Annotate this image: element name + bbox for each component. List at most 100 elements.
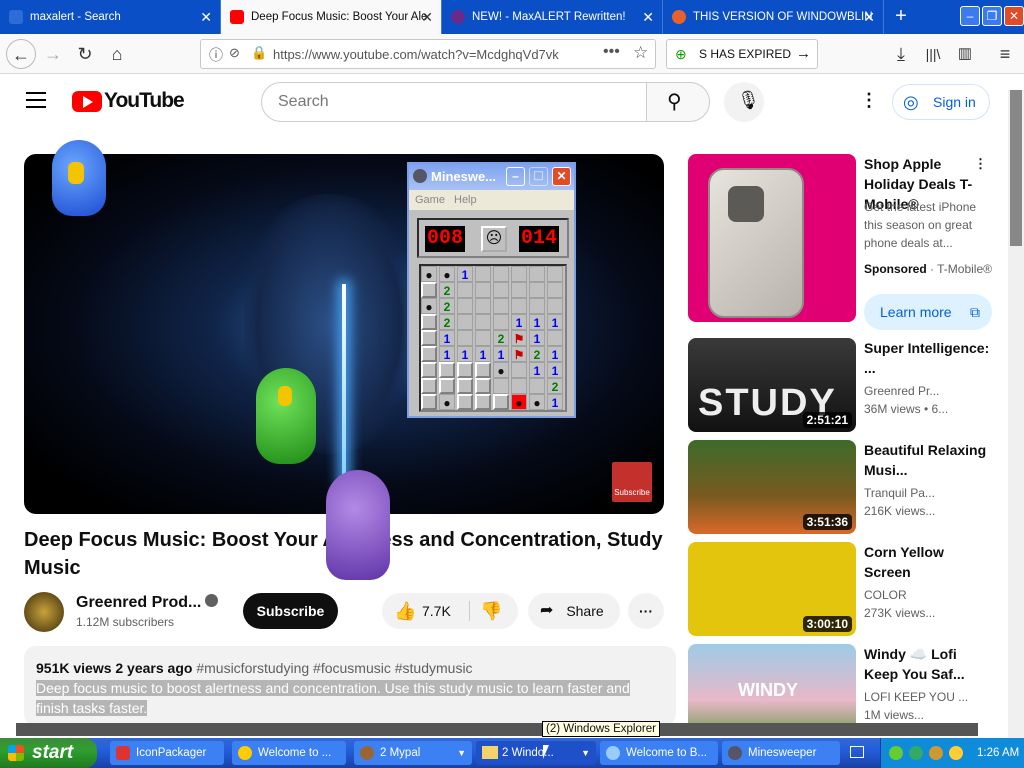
- empty-cell[interactable]: [493, 378, 509, 394]
- number-cell[interactable]: 1: [457, 346, 473, 362]
- empty-cell[interactable]: [547, 266, 563, 282]
- search-input[interactable]: Search: [261, 82, 647, 122]
- hamburger-menu-icon[interactable]: [26, 92, 46, 108]
- empty-cell[interactable]: [511, 298, 527, 314]
- empty-cell[interactable]: [529, 266, 545, 282]
- taskbar-item-mypal[interactable]: 2 Mypal ▼: [354, 741, 472, 765]
- empty-cell[interactable]: [475, 266, 491, 282]
- hashtags[interactable]: #musicforstudying #focusmusic #studymusi…: [196, 660, 472, 676]
- description-box[interactable]: 951K views 2 years ago #musicforstudying…: [24, 646, 676, 724]
- mine-grid[interactable]: ● ● 1 2 ● 2 2 1 1 1 1 2 ⚑ 1 1 1 1 1 ⚑ 2 1 ● 1 1 2 ● ● ● 1: [419, 264, 567, 412]
- mine-cell[interactable]: ●: [421, 266, 437, 282]
- close-icon[interactable]: ✕: [421, 0, 433, 34]
- number-cell[interactable]: 1: [511, 314, 527, 330]
- thumbnail[interactable]: WINDY: [688, 644, 856, 724]
- tab-windowblinds[interactable]: THIS VERSION OF WINDOWBLIN ✕: [663, 0, 884, 34]
- tray-icon[interactable]: [929, 746, 943, 760]
- empty-cell[interactable]: [457, 282, 473, 298]
- closed-cell[interactable]: [475, 362, 491, 378]
- tab-maxalert[interactable]: NEW! - MaxALERT Rewritten! ✕: [442, 0, 663, 34]
- rec-title[interactable]: Super Intelligence: ...: [864, 338, 994, 378]
- tray-icon[interactable]: [909, 746, 923, 760]
- search-icon[interactable]: [949, 746, 963, 760]
- number-cell[interactable]: 1: [529, 362, 545, 378]
- channel-name[interactable]: Greenred Prod...: [76, 594, 201, 612]
- forward-button[interactable]: →: [38, 39, 68, 69]
- empty-cell[interactable]: [529, 282, 545, 298]
- rec-title[interactable]: Beautiful Relaxing Musi...: [864, 440, 994, 480]
- like-count[interactable]: 7.7K: [422, 593, 451, 629]
- new-tab-button[interactable]: +: [884, 0, 918, 34]
- search-button[interactable]: ⚲: [646, 82, 710, 122]
- closed-cell[interactable]: [421, 330, 437, 346]
- mine-cell[interactable]: ●: [529, 394, 545, 410]
- empty-cell[interactable]: [457, 330, 473, 346]
- number-cell[interactable]: 1: [547, 394, 563, 410]
- mine-cell[interactable]: ●: [439, 266, 455, 282]
- thumbnail[interactable]: STUDY 2:51:21: [688, 338, 856, 432]
- closed-cell[interactable]: [475, 394, 491, 410]
- face-button[interactable]: ☹: [481, 226, 507, 252]
- menu-icon[interactable]: ≡: [990, 39, 1020, 69]
- more-options-icon[interactable]: ⋮: [860, 90, 878, 111]
- minimize-button[interactable]: –: [960, 6, 980, 26]
- rec-video-3[interactable]: 3:00:10 Corn Yellow Screen COLOR 273K vi…: [688, 542, 998, 636]
- taskbar-item-minesweeper[interactable]: Minesweeper: [722, 741, 840, 765]
- empty-cell[interactable]: [457, 298, 473, 314]
- closed-cell[interactable]: [421, 362, 437, 378]
- menu-game[interactable]: Game: [415, 190, 445, 210]
- horizontal-scrollbar[interactable]: [16, 723, 978, 736]
- info-icon[interactable]: ⓘ: [209, 45, 223, 65]
- empty-cell[interactable]: [475, 298, 491, 314]
- vertical-scrollbar[interactable]: [1008, 90, 1024, 738]
- number-cell[interactable]: 1: [475, 346, 491, 362]
- rec-title[interactable]: Corn Yellow Screen: [864, 542, 994, 582]
- empty-cell[interactable]: [493, 266, 509, 282]
- number-cell[interactable]: 1: [439, 330, 455, 346]
- download-icon[interactable]: ⤓: [886, 39, 916, 69]
- number-cell[interactable]: 1: [457, 266, 473, 282]
- mine-cell[interactable]: ●: [493, 362, 509, 378]
- taskbar-item-welcome[interactable]: Welcome to ...: [232, 741, 346, 765]
- url-bar[interactable]: ⓘ ⊘ 🔒 https://www.youtube.com/watch?v=Mc…: [200, 39, 656, 69]
- thumbnail[interactable]: 3:51:36: [688, 440, 856, 534]
- bookmark-star-icon[interactable]: ☆: [633, 43, 648, 63]
- minimize-button[interactable]: –: [506, 167, 525, 186]
- mine-cell[interactable]: ●: [421, 298, 437, 314]
- close-icon[interactable]: ✕: [863, 0, 875, 34]
- closed-cell[interactable]: [421, 378, 437, 394]
- empty-cell[interactable]: [547, 298, 563, 314]
- closed-cell[interactable]: [475, 378, 491, 394]
- empty-cell[interactable]: [511, 362, 527, 378]
- rec-channel[interactable]: LOFI KEEP YOU ...: [864, 688, 968, 706]
- mine-cell[interactable]: ●: [439, 394, 455, 410]
- menu-help[interactable]: Help: [454, 190, 477, 210]
- number-cell[interactable]: 2: [439, 282, 455, 298]
- subscribe-watermark[interactable]: Subscribe: [612, 462, 652, 502]
- empty-cell[interactable]: [475, 314, 491, 330]
- closed-cell[interactable]: [457, 362, 473, 378]
- empty-cell[interactable]: [511, 266, 527, 282]
- keyboard-icon[interactable]: [850, 746, 864, 758]
- closed-cell[interactable]: [421, 314, 437, 330]
- rec-video-4[interactable]: WINDY Windy ☁️ Lofi Keep You Saf... LOFI…: [688, 644, 998, 724]
- taskbar-item-windows-explorer[interactable]: 2 Windo... ▼: [476, 741, 596, 765]
- empty-cell[interactable]: [511, 282, 527, 298]
- share-button[interactable]: ➦ Share: [528, 593, 620, 629]
- closed-cell[interactable]: [421, 346, 437, 362]
- closed-cell[interactable]: [421, 394, 437, 410]
- blue-parrot[interactable]: [52, 140, 106, 216]
- green-parrot[interactable]: [256, 368, 316, 464]
- minesweeper-window[interactable]: Mineswe... – ☐ ✕ Game Help 008 ☹ 014 ● ● 1…: [407, 162, 576, 418]
- closed-cell[interactable]: [457, 378, 473, 394]
- number-cell[interactable]: 1: [529, 330, 545, 346]
- tray-icon[interactable]: [889, 746, 903, 760]
- start-button[interactable]: start: [0, 738, 97, 768]
- clock[interactable]: 1:26 AM: [977, 747, 1019, 759]
- addon-status[interactable]: ⊕ S HAS EXPIRED →: [666, 39, 818, 69]
- closed-cell[interactable]: [493, 394, 509, 410]
- ad-card[interactable]: Shop Apple Holiday Deals T-Mobile® Get t…: [688, 154, 998, 330]
- back-button[interactable]: ←: [6, 39, 36, 69]
- youtube-logo-icon[interactable]: [72, 91, 102, 112]
- empty-cell[interactable]: [529, 378, 545, 394]
